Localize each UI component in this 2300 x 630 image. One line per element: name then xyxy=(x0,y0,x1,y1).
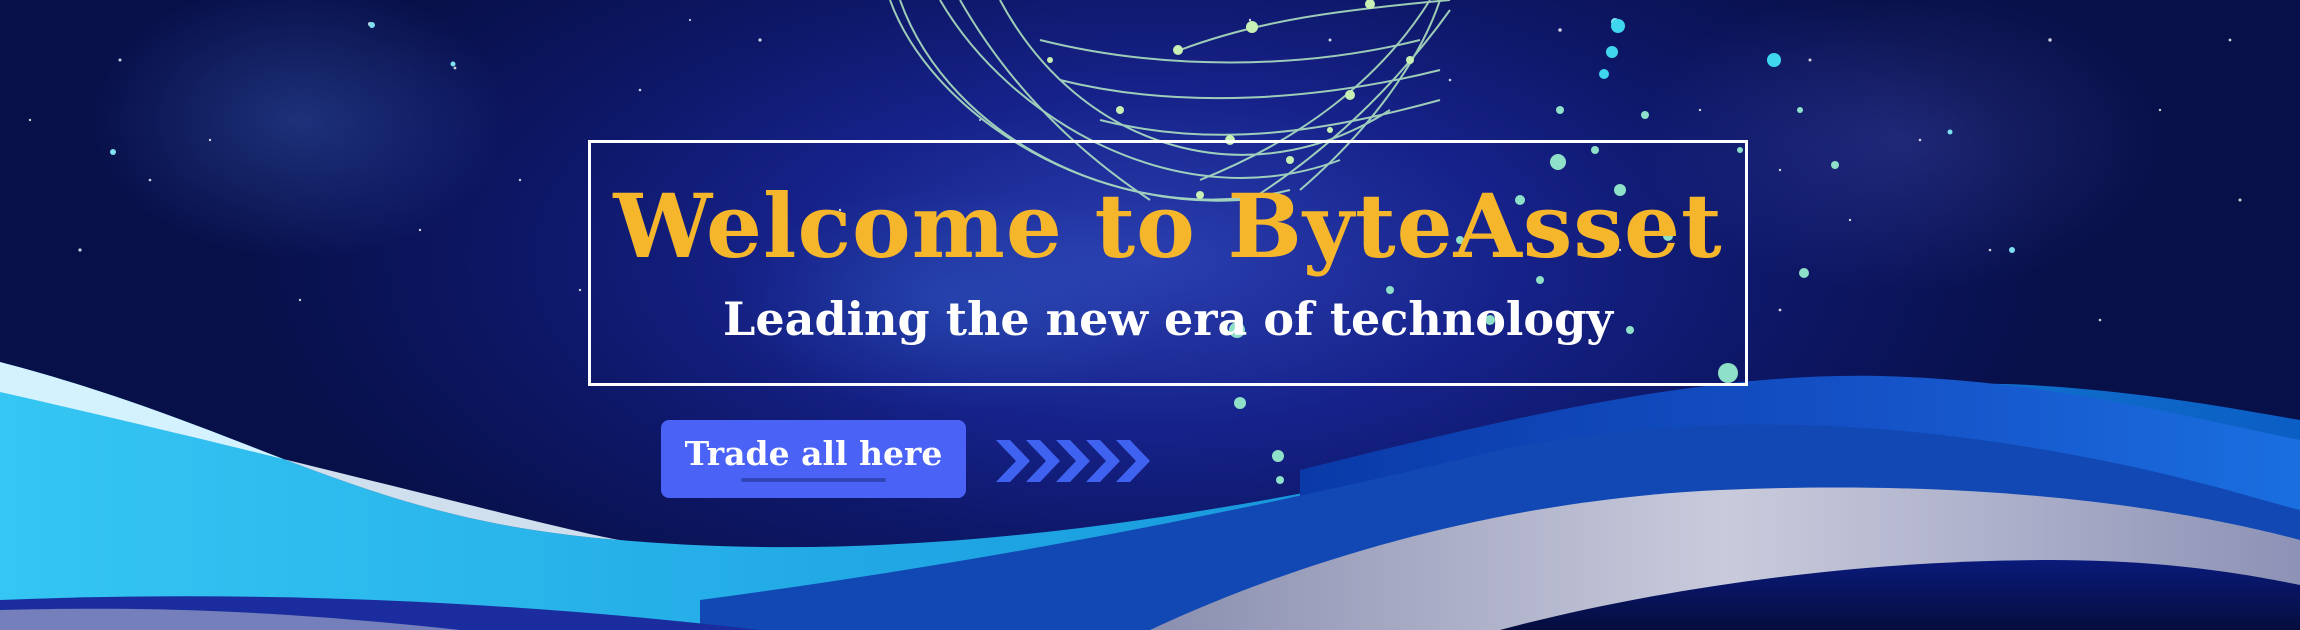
chevrons-right-icon xyxy=(996,440,1150,482)
page-title: Welcome to ByteAsset xyxy=(613,174,1723,278)
cta-label: Trade all here xyxy=(684,434,943,473)
page-subtitle: Leading the new era of technology xyxy=(723,292,1613,346)
trade-all-here-button[interactable]: Trade all here xyxy=(661,420,966,498)
cta-underline xyxy=(741,478,886,482)
hero-banner: Welcome to ByteAsset Leading the new era… xyxy=(0,0,2300,630)
